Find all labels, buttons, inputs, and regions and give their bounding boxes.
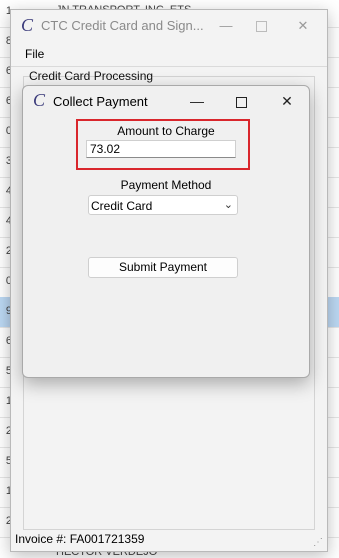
submit-payment-button[interactable]: Submit Payment (88, 257, 238, 278)
dialog-close-button[interactable]: ✕ (276, 90, 298, 112)
invoice-status-text: Invoice #: FA001721359 (15, 532, 145, 546)
status-bar: Invoice #: FA001721359 ⋰ (11, 529, 327, 551)
main-title-bar: C CTC Credit Card and Sign... — ✕ (11, 10, 327, 42)
collect-payment-dialog: C Collect Payment — ✕ Amount to Charge P… (22, 85, 310, 378)
main-close-button[interactable]: ✕ (293, 16, 313, 36)
menu-separator (11, 66, 327, 67)
dialog-maximize-button[interactable] (230, 90, 252, 112)
amount-to-charge-label: Amount to Charge (117, 124, 215, 138)
dialog-title: Collect Payment (53, 94, 148, 109)
payment-method-label: Payment Method (120, 178, 212, 192)
amount-to-charge-input[interactable] (86, 140, 236, 158)
main-window-title: CTC Credit Card and Sign... (41, 18, 204, 33)
resize-grip-icon[interactable]: ⋰ (313, 537, 323, 548)
dialog-minimize-button[interactable]: — (186, 90, 208, 112)
main-minimize-button[interactable]: — (216, 16, 236, 36)
menu-bar: File (11, 44, 327, 64)
payment-method-value: Credit Card (91, 199, 153, 213)
dialog-title-bar: C Collect Payment — ✕ (23, 86, 309, 116)
menu-file[interactable]: File (25, 47, 44, 61)
chevron-down-icon: ⌄ (223, 199, 233, 211)
dialog-app-logo-icon: C (33, 90, 46, 110)
main-maximize-button[interactable] (251, 16, 271, 36)
payment-method-select[interactable]: Credit Card ⌄ (88, 195, 238, 215)
app-logo-icon: C (21, 15, 34, 35)
processing-group-label: Credit Card Processing (29, 69, 154, 83)
